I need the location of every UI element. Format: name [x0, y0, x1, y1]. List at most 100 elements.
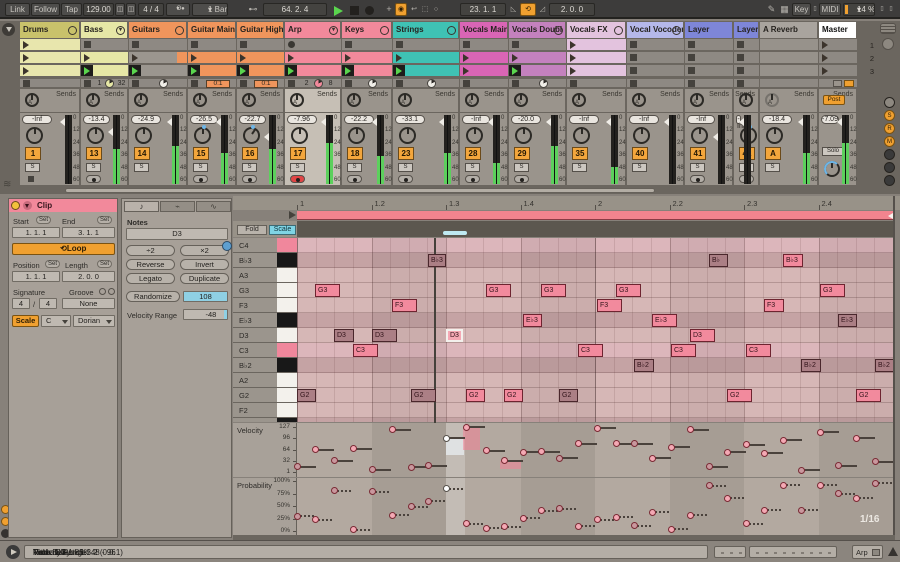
- clip-stop-button[interactable]: [737, 41, 744, 48]
- clip-slot[interactable]: [81, 52, 128, 64]
- cpu-meter[interactable]: 14 % ▾: [843, 3, 875, 16]
- piano-key[interactable]: [277, 298, 297, 313]
- clip-slot[interactable]: [760, 65, 818, 77]
- track-number-button[interactable]: 29: [514, 147, 530, 160]
- clip-slot[interactable]: [734, 52, 759, 64]
- velocity-marker[interactable]: [817, 429, 824, 436]
- track-header[interactable]: Master: [819, 22, 857, 38]
- pan-knob[interactable]: [766, 127, 783, 144]
- clip-activator-button[interactable]: [11, 201, 20, 210]
- velocity-marker[interactable]: [687, 426, 694, 433]
- probability-marker[interactable]: [687, 512, 694, 519]
- midi-note-B♭2[interactable]: B♭2: [875, 359, 894, 372]
- midi-note-E♭3[interactable]: E♭3: [838, 314, 857, 327]
- midi-note-B♭2[interactable]: B♭2: [801, 359, 821, 372]
- clip-stop-button[interactable]: [737, 54, 744, 61]
- stop-square[interactable]: [240, 80, 247, 87]
- clip-play-icon[interactable]: [23, 67, 29, 75]
- clip-stop-button[interactable]: [396, 41, 403, 48]
- probability-marker[interactable]: [649, 509, 656, 516]
- clip-slot[interactable]: [285, 39, 341, 51]
- stop-square[interactable]: [512, 80, 519, 87]
- volume-fader-handle[interactable]: [108, 128, 113, 136]
- pan-knob[interactable]: [573, 127, 590, 144]
- solo-button[interactable]: S: [193, 163, 208, 172]
- midi-note-G2[interactable]: G2: [559, 389, 578, 402]
- computer-midi-keyboard-icon[interactable]: ▦: [779, 3, 790, 16]
- clip-play-icon[interactable]: [463, 54, 469, 62]
- midi-note-G3[interactable]: G3: [541, 284, 566, 297]
- midi-note-E♭3[interactable]: E♭3: [523, 314, 542, 327]
- midi-note-D3[interactable]: D3: [334, 329, 354, 342]
- clip-playing-icon[interactable]: [132, 67, 138, 75]
- pan-knob[interactable]: [26, 127, 43, 144]
- crossfade-section-icon[interactable]: ≋: [3, 179, 11, 190]
- midi-note-C3[interactable]: C3: [578, 344, 603, 357]
- volume-fader-handle[interactable]: [713, 133, 718, 141]
- track-header[interactable]: Strings: [393, 22, 459, 38]
- clip-playing-icon[interactable]: [84, 67, 90, 75]
- track-header[interactable]: Vocals FX: [567, 22, 626, 38]
- ruler-label[interactable]: 2.3: [747, 199, 757, 208]
- overview-toggle[interactable]: [880, 23, 896, 34]
- pan-knob[interactable]: [291, 127, 308, 144]
- probability-marker[interactable]: [613, 514, 620, 521]
- clip-stop-button[interactable]: [688, 41, 695, 48]
- clip-end-value[interactable]: 3. 1. 1: [62, 227, 115, 238]
- tab-notes[interactable]: ♪: [124, 201, 159, 212]
- preview-headphone-icon[interactable]: [222, 241, 232, 251]
- scene-launch-icon[interactable]: [822, 54, 828, 62]
- clip-slot[interactable]: [567, 39, 626, 51]
- clip-slot[interactable]: [393, 39, 459, 51]
- position-set-button[interactable]: Set: [45, 260, 60, 268]
- track-number-button[interactable]: 16: [242, 147, 258, 160]
- solo-button[interactable]: S: [242, 163, 257, 172]
- clip-stop-button[interactable]: [630, 67, 637, 74]
- arrangement-position-display[interactable]: 64. 2. 4: [263, 3, 327, 16]
- clip-stop-button[interactable]: [84, 41, 91, 48]
- notes-tool-legato[interactable]: Legato: [126, 273, 175, 284]
- clip-record-button[interactable]: [288, 41, 295, 48]
- loop-start-display[interactable]: 23. 1. 1: [460, 3, 506, 16]
- arm-button[interactable]: [690, 175, 705, 183]
- clip-slot[interactable]: [460, 65, 508, 77]
- piano-key[interactable]: [277, 373, 297, 388]
- probability-marker[interactable]: [369, 488, 376, 495]
- track-number-button[interactable]: 41: [690, 147, 706, 160]
- clip-slot[interactable]: [129, 65, 187, 77]
- probability-marker[interactable]: [761, 507, 768, 514]
- clip-stop-button[interactable]: [345, 41, 352, 48]
- volume-db-display[interactable]: -Inf: [569, 115, 599, 124]
- ruler-label[interactable]: 1.2: [375, 199, 385, 208]
- clip-stop-button[interactable]: [512, 41, 519, 48]
- pan-knob[interactable]: [399, 127, 416, 144]
- clip-slot[interactable]: [627, 39, 684, 51]
- clip-length-value[interactable]: 2. 0. 0: [62, 271, 115, 282]
- stop-all-play-icon[interactable]: [833, 80, 842, 87]
- stop-square[interactable]: [84, 80, 91, 87]
- clip-slot[interactable]: [460, 52, 508, 64]
- piano-key[interactable]: [277, 268, 297, 283]
- volume-db-display[interactable]: -Inf: [22, 115, 52, 124]
- solo-button[interactable]: S: [690, 163, 705, 172]
- clip-slot[interactable]: [760, 39, 818, 51]
- midi-note-C3[interactable]: C3: [746, 344, 771, 357]
- track-header[interactable]: Guitars: [129, 22, 187, 38]
- track-header[interactable]: Arp▾: [285, 22, 341, 38]
- mixer-toggle-0[interactable]: [884, 97, 895, 108]
- randomize-amount[interactable]: 108: [183, 291, 228, 302]
- nudge-down-button[interactable]: ◫: [115, 3, 125, 16]
- clip-stop-button[interactable]: [630, 54, 637, 61]
- track-number-button[interactable]: 13: [86, 147, 102, 160]
- clip-play-icon[interactable]: [570, 67, 576, 75]
- clip-slot[interactable]: [285, 52, 341, 64]
- clip-play-icon[interactable]: [23, 54, 29, 62]
- master-scene-slot[interactable]: [819, 65, 857, 77]
- probability-marker[interactable]: [706, 482, 713, 489]
- scale-highlight-button[interactable]: Scale: [269, 225, 296, 235]
- clip-slot[interactable]: [567, 65, 626, 77]
- track-number-button[interactable]: 35: [572, 147, 588, 160]
- clip-slot[interactable]: [81, 39, 128, 51]
- volume-fader-handle[interactable]: [488, 118, 493, 126]
- midi-note-G3[interactable]: G3: [616, 284, 641, 297]
